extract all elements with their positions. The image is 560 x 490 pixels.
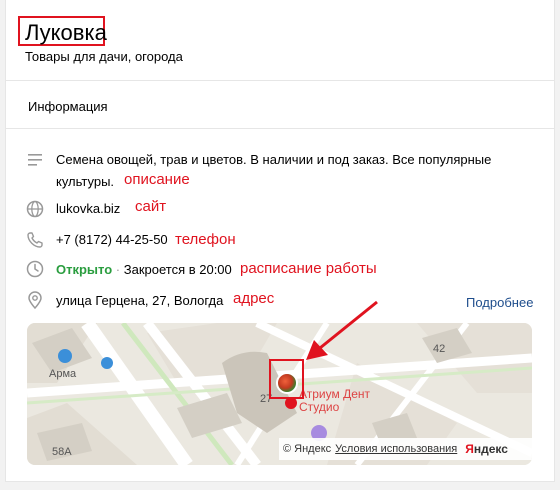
annotation-arrow-icon <box>306 300 378 360</box>
